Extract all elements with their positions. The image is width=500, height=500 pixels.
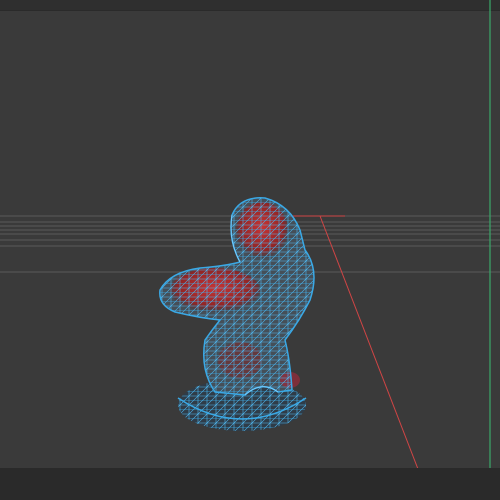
mesh-wireframe — [159, 197, 315, 396]
x-axis-red-line — [292, 215, 431, 500]
sculpture-object[interactable] — [159, 197, 315, 431]
3d-viewport[interactable] — [0, 0, 500, 500]
3d-viewport-app — [0, 0, 500, 500]
bottom-timeline-panel[interactable] — [0, 468, 500, 500]
